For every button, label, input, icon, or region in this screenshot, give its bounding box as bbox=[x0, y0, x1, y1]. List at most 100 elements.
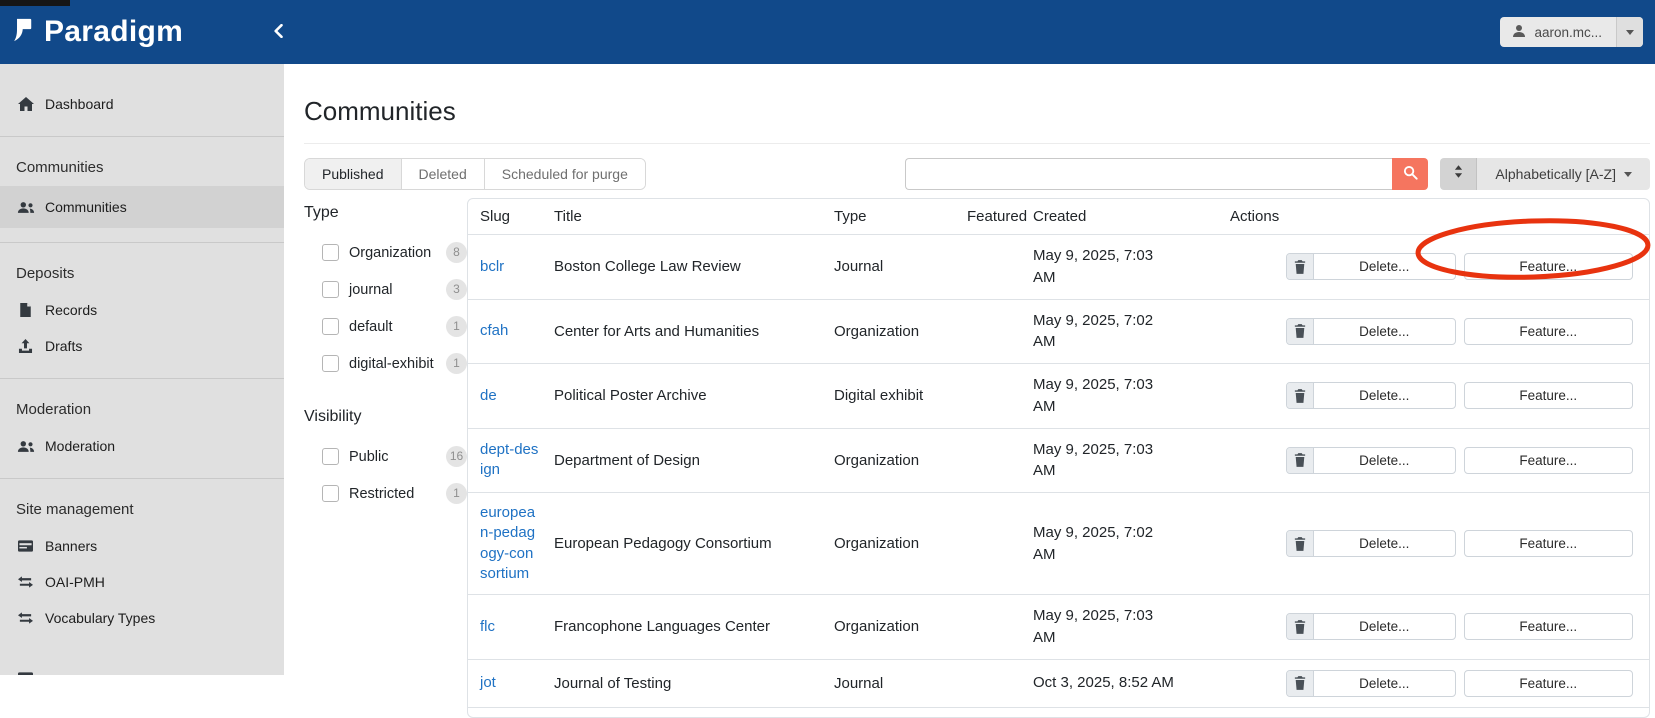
table-row: flc Francophone Languages Center Organiz… bbox=[468, 594, 1649, 659]
filter-option-organization[interactable]: Organization 8 bbox=[322, 234, 467, 271]
feature-button[interactable]: Feature... bbox=[1463, 382, 1633, 410]
cell-created: May 9, 2025, 7:03 AM bbox=[1033, 607, 1154, 646]
count-badge: 1 bbox=[446, 483, 467, 504]
sort-order-dropdown[interactable]: Alphabetically [A-Z] bbox=[1476, 158, 1650, 190]
checkbox-digital-exhibit[interactable] bbox=[322, 355, 339, 372]
table-row: jot Journal of Testing Journal Oct 3, 20… bbox=[468, 658, 1649, 707]
checkbox-restricted[interactable] bbox=[322, 485, 339, 502]
slug-link[interactable]: european-pedagogy-consortium bbox=[480, 503, 540, 584]
tab-published[interactable]: Published bbox=[305, 159, 401, 189]
filter-option-journal[interactable]: journal 3 bbox=[322, 271, 467, 308]
slug-link[interactable]: bclr bbox=[480, 257, 504, 277]
cell-created: May 9, 2025, 7:03 AM bbox=[1033, 440, 1154, 480]
filter-option-default[interactable]: default 1 bbox=[322, 308, 467, 345]
search-input[interactable] bbox=[905, 158, 1393, 190]
filter-option-public[interactable]: Public 16 bbox=[322, 438, 467, 475]
count-badge: 1 bbox=[446, 353, 467, 374]
sidebar-item-label: Communities bbox=[45, 199, 127, 215]
cell-featured bbox=[955, 427, 1021, 493]
sidebar-section-site-management: Site management bbox=[16, 501, 134, 518]
users-icon bbox=[16, 440, 35, 453]
sort-order-label: Alphabetically [A-Z] bbox=[1495, 166, 1616, 182]
slug-link[interactable]: jot bbox=[480, 673, 496, 693]
delete-button[interactable]: Delete... bbox=[1286, 317, 1456, 345]
checkbox-journal[interactable] bbox=[322, 281, 339, 298]
sidebar-item-label: Dashboard bbox=[45, 96, 114, 112]
col-header-actions: Actions bbox=[1230, 208, 1280, 225]
cell-created: May 9, 2025, 7:03 AM bbox=[1033, 376, 1154, 415]
count-badge: 3 bbox=[446, 279, 467, 300]
tab-deleted[interactable]: Deleted bbox=[400, 159, 484, 189]
delete-button[interactable]: Delete... bbox=[1286, 669, 1456, 697]
sidebar-collapse-button[interactable] bbox=[266, 20, 290, 44]
sort-control: Alphabetically [A-Z] bbox=[1440, 158, 1650, 190]
cell-title: Department of Design bbox=[542, 427, 822, 493]
table-row: bclr Boston College Law Review Journal M… bbox=[468, 234, 1649, 299]
screen-artifact bbox=[0, 0, 70, 6]
sidebar-item-drafts[interactable]: Drafts bbox=[0, 328, 284, 364]
cell-type: Organization bbox=[822, 427, 955, 493]
sidebar-section-moderation: Moderation bbox=[16, 401, 92, 418]
sidebar-item-moderation[interactable]: Moderation bbox=[0, 428, 284, 464]
slug-link[interactable]: flc bbox=[480, 617, 495, 637]
delete-button[interactable]: Delete... bbox=[1286, 446, 1456, 474]
sidebar-section-communities: Communities bbox=[16, 159, 104, 176]
sidebar-item-label: Banners bbox=[45, 538, 98, 554]
sort-direction-button[interactable] bbox=[1440, 158, 1477, 190]
delete-button[interactable]: Delete... bbox=[1286, 253, 1456, 281]
brand: Paradigm bbox=[0, 15, 183, 49]
checkbox-public[interactable] bbox=[322, 448, 339, 465]
cell-title: European Pedagogy Consortium bbox=[542, 492, 822, 595]
checkbox-default[interactable] bbox=[322, 318, 339, 335]
delete-button[interactable]: Delete... bbox=[1286, 382, 1456, 410]
sidebar-item-vocabulary-types[interactable]: Vocabulary Types bbox=[0, 600, 284, 636]
filter-option-restricted[interactable]: Restricted 1 bbox=[322, 475, 467, 512]
sidebar-item-label: Records bbox=[45, 302, 98, 318]
delete-button[interactable]: Delete... bbox=[1286, 530, 1456, 557]
feature-button[interactable]: Feature... bbox=[1463, 446, 1633, 474]
cell-type: Organization bbox=[822, 298, 955, 364]
exchange-icon bbox=[16, 576, 35, 588]
sidebar-item-truncated[interactable] bbox=[0, 660, 284, 675]
trash-icon bbox=[1287, 670, 1314, 696]
cell-title: Center for Arts and Humanities bbox=[542, 298, 822, 364]
user-menu-caret[interactable] bbox=[1616, 17, 1643, 47]
sidebar-item-communities[interactable]: Communities bbox=[0, 186, 284, 228]
sort-updown-icon bbox=[1454, 165, 1463, 183]
feature-button[interactable]: Feature... bbox=[1463, 669, 1633, 697]
sidebar-item-dashboard[interactable]: Dashboard bbox=[0, 86, 284, 122]
file-icon bbox=[16, 303, 35, 317]
slug-link[interactable]: dept-design bbox=[480, 440, 540, 481]
filter-option-digital-exhibit[interactable]: digital-exhibit 1 bbox=[322, 345, 467, 382]
cell-title: Political Poster Archive bbox=[542, 363, 822, 428]
slug-link[interactable]: de bbox=[480, 386, 497, 406]
cell-type: Journal bbox=[822, 234, 955, 299]
user-menu[interactable]: aaron.mc... bbox=[1500, 17, 1643, 47]
toolbar: Published Deleted Scheduled for purge Al… bbox=[304, 158, 1650, 190]
trash-icon bbox=[1287, 318, 1314, 344]
feature-button[interactable]: Feature... bbox=[1463, 613, 1633, 641]
col-header-title: Title bbox=[554, 208, 582, 225]
slug-link[interactable]: cfah bbox=[480, 321, 508, 341]
feature-button[interactable]: Feature... bbox=[1463, 530, 1633, 557]
checkbox-organization[interactable] bbox=[322, 244, 339, 261]
filter-title-visibility: Visibility bbox=[304, 408, 362, 425]
filter-title-type: Type bbox=[304, 204, 339, 221]
filters-panel: Type Organization 8 journal 3 default 1 bbox=[304, 198, 467, 718]
sidebar-item-label: Drafts bbox=[45, 338, 83, 354]
tab-scheduled-for-purge[interactable]: Scheduled for purge bbox=[483, 159, 645, 189]
cell-featured bbox=[955, 658, 1021, 707]
sidebar-item-records[interactable]: Records bbox=[0, 292, 284, 328]
feature-button[interactable]: Feature... bbox=[1463, 253, 1633, 281]
trash-icon bbox=[1287, 614, 1314, 640]
cell-title: Journal of Testing bbox=[542, 658, 822, 707]
trash-icon bbox=[1287, 254, 1314, 280]
count-badge: 1 bbox=[446, 316, 467, 337]
search-button[interactable] bbox=[1392, 158, 1429, 190]
search-bar bbox=[905, 158, 1429, 190]
feature-button[interactable]: Feature... bbox=[1463, 317, 1633, 345]
sidebar-item-oai-pmh[interactable]: OAI-PMH bbox=[0, 564, 284, 600]
sidebar-item-banners[interactable]: Banners bbox=[0, 528, 284, 564]
delete-button[interactable]: Delete... bbox=[1286, 613, 1456, 641]
table-header-row: Slug Title Type Featured Created Actions bbox=[468, 199, 1649, 235]
